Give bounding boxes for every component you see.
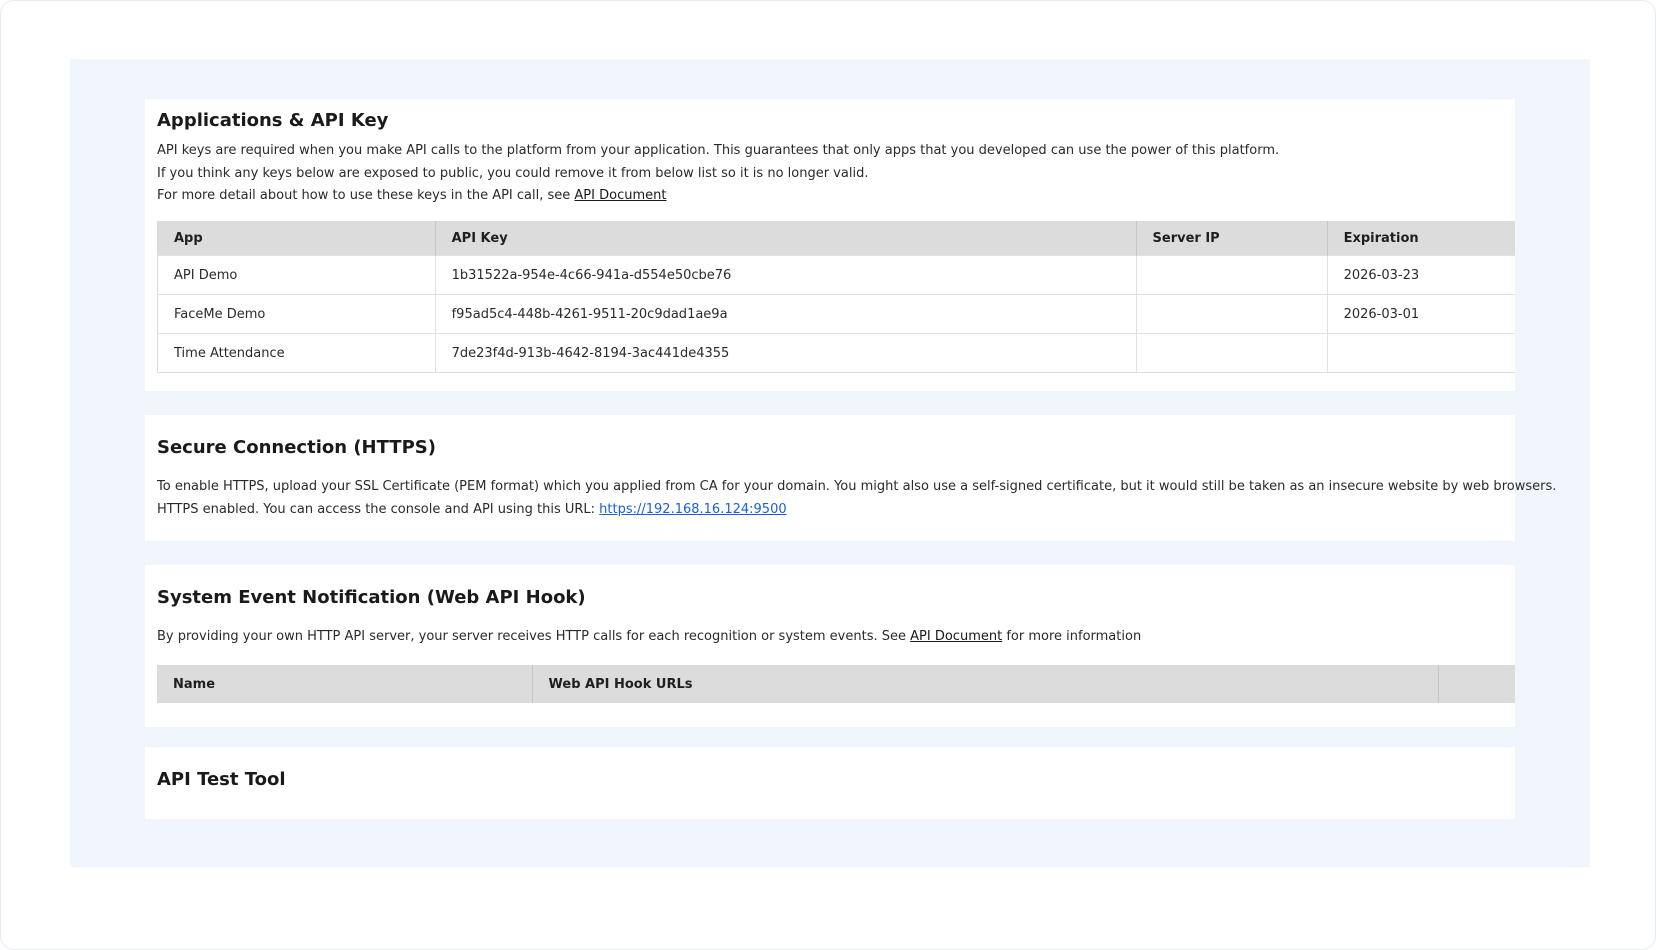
web-api-hook-header-row: Name Web API Hook URLs — [157, 665, 1515, 703]
server-ip-cell — [1136, 333, 1328, 373]
app-name-cell: Time Attendance — [157, 333, 436, 373]
applications-desc-line-1: API keys are required when you make API … — [157, 143, 1280, 158]
server-ip-cell — [1136, 294, 1328, 334]
hook-api-document-link[interactable]: API Document — [910, 629, 1002, 644]
api-key-cell: 1b31522a-954e-4c66-941a-d554e50cbe76 — [435, 255, 1137, 295]
applications-desc-line-3-text: For more detail about how to use these k… — [157, 188, 575, 203]
server-ip-cell — [1136, 255, 1328, 295]
table-row[interactable]: Time Attendance 7de23f4d-913b-4642-8194-… — [157, 333, 1515, 373]
expiration-cell: 2026-03-01 — [1327, 294, 1515, 334]
https-url-link[interactable]: https://192.168.16.124:9500 — [599, 502, 786, 517]
content-area: Applications & API Key API keys are requ… — [70, 59, 1590, 867]
secure-connection-description: To enable HTTPS, upload your SSL Certifi… — [157, 476, 1556, 521]
column-header-api-key[interactable]: API Key — [435, 221, 1137, 256]
applications-api-key-title: Applications & API Key — [157, 110, 389, 131]
applications-desc-line-3: For more detail about how to use these k… — [157, 185, 1279, 208]
api-key-cell: 7de23f4d-913b-4642-8194-3ac441de4355 — [435, 333, 1137, 373]
column-header-actions — [1438, 665, 1515, 703]
column-header-server-ip[interactable]: Server IP — [1136, 221, 1328, 256]
api-document-link[interactable]: API Document — [574, 188, 666, 203]
https-desc-line-2: HTTPS enabled. You can access the consol… — [157, 499, 1556, 522]
expiration-cell — [1327, 333, 1515, 373]
applications-api-key-card: Applications & API Key API keys are requ… — [145, 99, 1515, 391]
web-api-hook-desc-text: By providing your own HTTP API server, y… — [157, 629, 911, 644]
expiration-cell: 2026-03-23 — [1327, 255, 1515, 295]
web-api-hook-title: System Event Notification (Web API Hook) — [157, 587, 586, 608]
applications-desc-line-2: If you think any keys below are exposed … — [157, 165, 869, 181]
https-status-text: HTTPS enabled. You can access the consol… — [157, 501, 600, 517]
app-name-cell: FaceMe Demo — [157, 294, 436, 334]
web-api-hook-desc-suffix: for more information — [1002, 629, 1142, 644]
table-row[interactable]: FaceMe Demo f95ad5c4-448b-4261-9511-20c9… — [157, 294, 1515, 334]
https-desc-line-1: To enable HTTPS, upload your SSL Certifi… — [157, 479, 1557, 494]
table-row[interactable]: API Demo 1b31522a-954e-4c66-941a-d554e50… — [157, 255, 1515, 295]
web-api-hook-description: By providing your own HTTP API server, y… — [157, 626, 1141, 649]
web-api-hook-card: System Event Notification (Web API Hook)… — [145, 565, 1515, 727]
app-name-cell: API Demo — [157, 255, 436, 295]
web-api-hook-desc: By providing your own HTTP API server, y… — [157, 626, 1141, 649]
column-header-web-api-hook-urls[interactable]: Web API Hook URLs — [532, 665, 1439, 703]
column-header-name[interactable]: Name — [157, 665, 533, 703]
secure-connection-card: Secure Connection (HTTPS) To enable HTTP… — [145, 415, 1556, 541]
window-frame: Applications & API Key API keys are requ… — [0, 0, 1656, 950]
secure-connection-title: Secure Connection (HTTPS) — [157, 437, 436, 458]
api-keys-table: App API Key Server IP Expiration API Dem… — [157, 221, 1515, 373]
api-key-cell: f95ad5c4-448b-4261-9511-20c9dad1ae9a — [435, 294, 1137, 334]
api-test-tool-card: API Test Tool — [145, 747, 1515, 819]
column-header-app[interactable]: App — [157, 221, 436, 256]
column-header-expiration[interactable]: Expiration — [1327, 221, 1515, 256]
api-test-tool-title[interactable]: API Test Tool — [157, 769, 286, 790]
api-keys-header-row: App API Key Server IP Expiration — [157, 221, 1515, 256]
web-api-hook-table: Name Web API Hook URLs — [157, 665, 1515, 703]
applications-description: API keys are required when you make API … — [157, 140, 1279, 208]
